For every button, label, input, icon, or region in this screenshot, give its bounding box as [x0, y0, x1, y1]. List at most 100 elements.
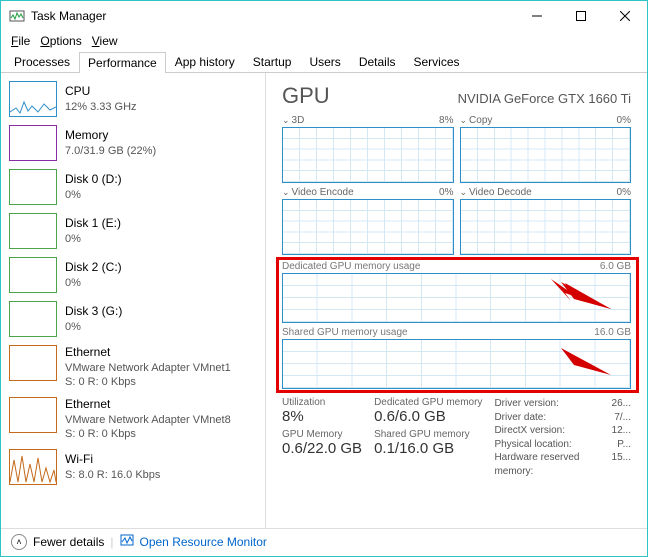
footer: ˄ Fewer details | Open Resource Monitor	[1, 528, 647, 554]
menubar: File Options View	[1, 31, 647, 51]
sidebar-item-name: CPU	[65, 84, 137, 100]
driver-row: Driver version:26...	[494, 397, 631, 411]
sidebar-item-name: Disk 3 (G:)	[65, 304, 122, 320]
tab-users[interactable]: Users	[300, 51, 349, 72]
gpu-model: NVIDIA GeForce GTX 1660 Ti	[458, 91, 631, 106]
driver-row: DirectX version:12...	[494, 424, 631, 438]
graph-box: 3D 8%	[282, 115, 454, 183]
open-resource-monitor-link[interactable]: Open Resource Monitor	[140, 535, 267, 549]
sidebar-item[interactable]: Ethernet VMware Network Adapter VMnet8 S…	[1, 393, 265, 445]
driver-row: Physical location:P...	[494, 438, 631, 452]
thumb-icon	[9, 257, 57, 293]
graph-box: Copy 0%	[460, 115, 632, 183]
graph-box: Video Decode 0%	[460, 187, 632, 255]
sidebar-item-sub: S: 0 R: 0 Kbps	[65, 427, 231, 441]
sidebar-item-detail: VMware Network Adapter VMnet1	[65, 361, 231, 375]
graph-pct: 0%	[617, 187, 631, 198]
sidebar-item-detail: VMware Network Adapter VMnet8	[65, 413, 231, 427]
graph-name[interactable]: Video Decode	[460, 187, 532, 198]
thumb-icon	[9, 345, 57, 381]
window-controls	[515, 1, 647, 31]
tab-processes[interactable]: Processes	[5, 51, 79, 72]
graph-name[interactable]: 3D	[282, 115, 304, 126]
sidebar-item-detail: 0%	[65, 188, 122, 202]
sidebar-item-name: Disk 2 (C:)	[65, 260, 122, 276]
graph-area[interactable]	[460, 199, 632, 255]
thumb-icon	[9, 169, 57, 205]
stat-label: Shared GPU memory	[374, 429, 482, 440]
mem-box: Dedicated GPU memory usage 6.0 GB	[282, 261, 631, 323]
thumb-icon	[9, 397, 57, 433]
thumb-icon	[9, 81, 57, 117]
thumb-icon	[9, 301, 57, 337]
sidebar-item-detail: 12% 3.33 GHz	[65, 100, 137, 114]
fewer-details-link[interactable]: Fewer details	[33, 535, 104, 549]
driver-info: Driver version:26...Driver date:7/...Dir…	[494, 397, 631, 478]
sidebar-item[interactable]: CPU 12% 3.33 GHz	[1, 77, 265, 121]
sidebar-item-detail: 7.0/31.9 GB (22%)	[65, 144, 156, 158]
stats: Utilization 8% GPU Memory 0.6/22.0 GB De…	[282, 397, 631, 478]
menu-options[interactable]: Options	[36, 32, 85, 50]
driver-row: Driver date:7/...	[494, 411, 631, 425]
titlebar: Task Manager	[1, 1, 647, 31]
sidebar-item-name: Wi-Fi	[65, 452, 160, 468]
menu-view[interactable]: View	[88, 32, 122, 50]
stat-label: Utilization	[282, 397, 362, 408]
resource-monitor-icon	[120, 533, 134, 550]
sidebar-item[interactable]: Disk 1 (E:) 0%	[1, 209, 265, 253]
sidebar-item[interactable]: Wi-Fi S: 8.0 R: 16.0 Kbps	[1, 445, 265, 489]
stat-value: 0.6/22.0 GB	[282, 440, 362, 457]
graph-pct: 0%	[617, 115, 631, 126]
graph-pct: 0%	[439, 187, 453, 198]
tab-services[interactable]: Services	[405, 51, 469, 72]
sidebar-item[interactable]: Memory 7.0/31.9 GB (22%)	[1, 121, 265, 165]
tab-startup[interactable]: Startup	[244, 51, 301, 72]
graph-name[interactable]: Video Encode	[282, 187, 354, 198]
thumb-icon	[9, 213, 57, 249]
tabs: Processes Performance App history Startu…	[1, 51, 647, 73]
graph-name[interactable]: Copy	[460, 115, 493, 126]
graph-area[interactable]	[460, 127, 632, 183]
maximize-button[interactable]	[559, 1, 603, 31]
sidebar-item[interactable]: Disk 0 (D:) 0%	[1, 165, 265, 209]
mem-name: Dedicated GPU memory usage	[282, 261, 420, 272]
stat-label: GPU Memory	[282, 429, 362, 440]
window-title: Task Manager	[31, 9, 515, 23]
sidebar: CPU 12% 3.33 GHz Memory 7.0/31.9 GB (22%…	[1, 73, 266, 528]
menu-file[interactable]: File	[7, 32, 34, 50]
tab-details[interactable]: Details	[350, 51, 405, 72]
sidebar-item-name: Ethernet	[65, 397, 231, 413]
sidebar-item-detail: 0%	[65, 320, 122, 334]
sidebar-item-detail: 0%	[65, 276, 122, 290]
mem-max: 6.0 GB	[600, 261, 631, 272]
sidebar-item-detail: S: 8.0 R: 16.0 Kbps	[65, 468, 160, 482]
driver-row: Hardware reserved memory:15...	[494, 451, 631, 478]
sidebar-item-name: Disk 1 (E:)	[65, 216, 121, 232]
stat-value: 8%	[282, 408, 362, 425]
page-title: GPU	[282, 83, 330, 109]
tab-performance[interactable]: Performance	[79, 52, 166, 73]
graph-area[interactable]	[282, 127, 454, 183]
graph-pct: 8%	[439, 115, 453, 126]
sidebar-item-detail: 0%	[65, 232, 121, 246]
main-panel: GPU NVIDIA GeForce GTX 1660 Ti 3D 8% Copy…	[266, 73, 647, 528]
chevron-up-icon[interactable]: ˄	[11, 534, 27, 550]
mem-area[interactable]	[282, 339, 631, 389]
thumb-icon	[9, 449, 57, 485]
sidebar-item[interactable]: Disk 3 (G:) 0%	[1, 297, 265, 341]
mem-area[interactable]	[282, 273, 631, 323]
stat-label: Dedicated GPU memory	[374, 397, 482, 408]
sidebar-item[interactable]: Ethernet VMware Network Adapter VMnet1 S…	[1, 341, 265, 393]
graph-box: Video Encode 0%	[282, 187, 454, 255]
tab-app-history[interactable]: App history	[166, 51, 244, 72]
close-button[interactable]	[603, 1, 647, 31]
sidebar-item[interactable]: Disk 2 (C:) 0%	[1, 253, 265, 297]
app-icon	[9, 8, 25, 24]
sidebar-item-name: Memory	[65, 128, 156, 144]
memory-section: Dedicated GPU memory usage6.0 GB Shared …	[282, 261, 631, 389]
graph-area[interactable]	[282, 199, 454, 255]
minimize-button[interactable]	[515, 1, 559, 31]
thumb-icon	[9, 125, 57, 161]
sidebar-item-name: Ethernet	[65, 345, 231, 361]
sidebar-item-sub: S: 0 R: 0 Kbps	[65, 375, 231, 389]
